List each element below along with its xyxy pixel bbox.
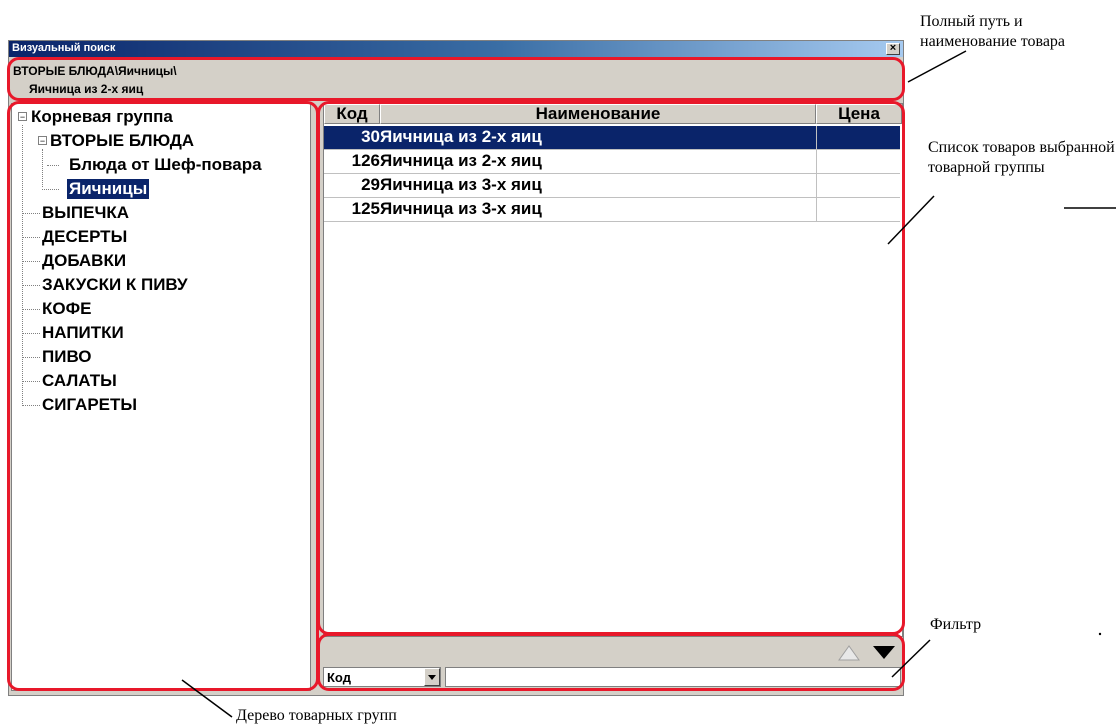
annotation-path: Полный путь и наименование товара <box>920 13 1066 50</box>
annotation-filter: Фильтр <box>930 616 982 633</box>
annotation-tree: Дерево товарных групп <box>236 707 397 724</box>
annotation-list: Список товаров выбранной товарной группы <box>928 139 1115 176</box>
